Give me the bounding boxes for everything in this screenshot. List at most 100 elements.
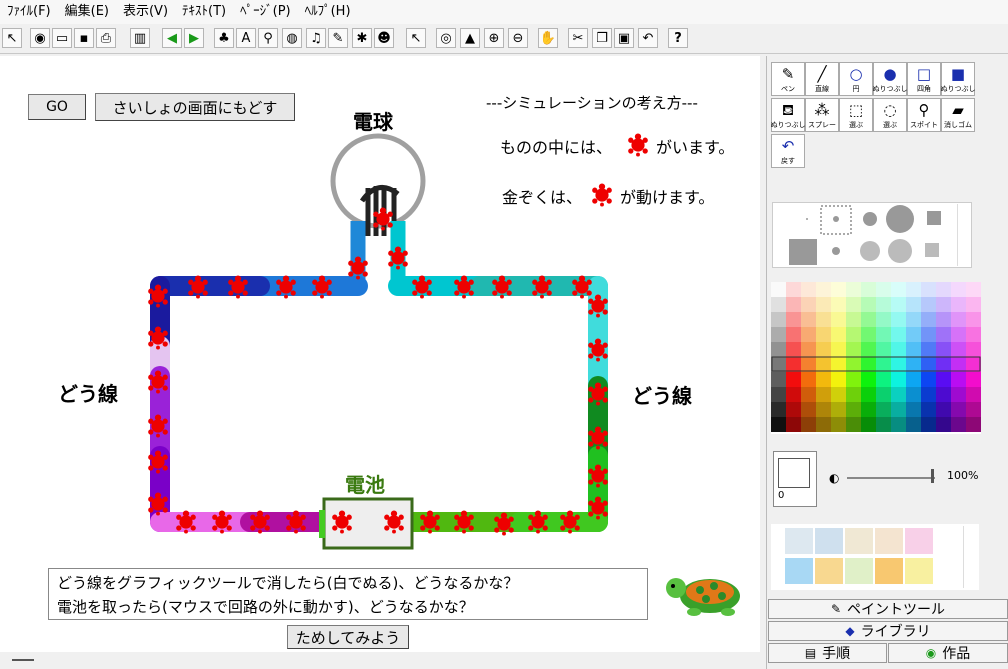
palette-color[interactable] bbox=[876, 372, 891, 387]
palette-color[interactable] bbox=[966, 312, 981, 327]
palette-color[interactable] bbox=[966, 402, 981, 417]
palette-color[interactable] bbox=[786, 282, 801, 297]
palette-color[interactable] bbox=[786, 297, 801, 312]
palette-color[interactable] bbox=[891, 342, 906, 357]
palette-color[interactable] bbox=[921, 297, 936, 312]
save-icon[interactable]: ▪ bbox=[74, 28, 94, 48]
palette-color[interactable] bbox=[846, 282, 861, 297]
palette-color[interactable] bbox=[831, 402, 846, 417]
back-arrow-icon[interactable]: ◀ bbox=[162, 28, 182, 48]
eye-icon[interactable]: ◎ bbox=[436, 28, 456, 48]
undo-icon[interactable]: ↶ bbox=[638, 28, 658, 48]
opacity-slider[interactable] bbox=[847, 477, 935, 479]
palette-color[interactable] bbox=[936, 417, 951, 432]
palette-color[interactable] bbox=[906, 357, 921, 372]
palette-color[interactable] bbox=[816, 417, 831, 432]
palette-color[interactable] bbox=[846, 357, 861, 372]
palette-color[interactable] bbox=[846, 402, 861, 417]
zoom-out-icon[interactable]: ⊖ bbox=[508, 28, 528, 48]
palette-color[interactable] bbox=[936, 282, 951, 297]
palette-color[interactable] bbox=[861, 387, 876, 402]
palette-color[interactable] bbox=[906, 402, 921, 417]
pencil-icon[interactable]: ✎ bbox=[328, 28, 348, 48]
palette-color[interactable] bbox=[966, 357, 981, 372]
palette-color[interactable] bbox=[906, 417, 921, 432]
palette-color[interactable] bbox=[921, 312, 936, 327]
pointer-icon[interactable]: ↖ bbox=[406, 28, 426, 48]
tab-steps[interactable]: ▤ 手順 bbox=[768, 643, 887, 663]
palette-color[interactable] bbox=[951, 282, 966, 297]
palette-color[interactable] bbox=[966, 342, 981, 357]
palette-color[interactable] bbox=[816, 372, 831, 387]
stop-hand-icon[interactable]: ✋ bbox=[538, 28, 558, 48]
print-icon[interactable]: ⎙ bbox=[96, 28, 116, 48]
spray-tool[interactable]: ⁂ スプレー bbox=[805, 98, 839, 132]
palette-color[interactable] bbox=[831, 417, 846, 432]
palette-color[interactable] bbox=[891, 357, 906, 372]
palette-color[interactable] bbox=[876, 312, 891, 327]
palette-color[interactable] bbox=[771, 327, 786, 342]
palette-color[interactable] bbox=[966, 327, 981, 342]
palette-color[interactable] bbox=[936, 297, 951, 312]
palette-color[interactable] bbox=[786, 372, 801, 387]
palette-color[interactable] bbox=[801, 297, 816, 312]
palette-color[interactable] bbox=[876, 327, 891, 342]
palette-color[interactable] bbox=[951, 342, 966, 357]
palette-color[interactable] bbox=[831, 282, 846, 297]
opacity-slider-thumb[interactable] bbox=[931, 469, 934, 483]
current-color-swatch[interactable]: 0 bbox=[773, 451, 817, 507]
palette-color[interactable] bbox=[816, 357, 831, 372]
palette-color[interactable] bbox=[966, 372, 981, 387]
palette-color[interactable] bbox=[861, 312, 876, 327]
undo-tool[interactable]: ↶ 戻す bbox=[771, 134, 805, 168]
eraser-icon[interactable]: ◍ bbox=[282, 28, 302, 48]
palette-color[interactable] bbox=[801, 417, 816, 432]
palette-color[interactable] bbox=[876, 357, 891, 372]
palette-color[interactable] bbox=[861, 417, 876, 432]
menu-view[interactable]: 表示(V) bbox=[116, 0, 175, 24]
palette-color[interactable] bbox=[951, 312, 966, 327]
rect-select-tool[interactable]: ⬚ 選ぶ bbox=[839, 98, 873, 132]
palette-color[interactable] bbox=[936, 342, 951, 357]
palette-color[interactable] bbox=[786, 312, 801, 327]
movie-icon[interactable]: ✱ bbox=[352, 28, 372, 48]
palette-color[interactable] bbox=[906, 387, 921, 402]
palette-color[interactable] bbox=[936, 402, 951, 417]
palette-color[interactable] bbox=[921, 402, 936, 417]
spray-icon[interactable]: ⚲ bbox=[258, 28, 278, 48]
line-tool[interactable]: ╱ 直線 bbox=[805, 62, 839, 96]
texture-palette[interactable] bbox=[771, 524, 979, 590]
palette-color[interactable] bbox=[936, 312, 951, 327]
restart-button[interactable]: さいしょの画面にもどす bbox=[95, 93, 295, 121]
palette-color[interactable] bbox=[831, 372, 846, 387]
palette-color[interactable] bbox=[861, 342, 876, 357]
palette-color[interactable] bbox=[891, 402, 906, 417]
palette-color[interactable] bbox=[876, 297, 891, 312]
palette-color[interactable] bbox=[891, 297, 906, 312]
palette-color[interactable] bbox=[831, 387, 846, 402]
palette-color[interactable] bbox=[801, 372, 816, 387]
palette-color[interactable] bbox=[846, 417, 861, 432]
lasso-select-tool[interactable]: ◌ 選ぶ bbox=[873, 98, 907, 132]
palette-color[interactable] bbox=[966, 387, 981, 402]
palette-color[interactable] bbox=[966, 417, 981, 432]
palette-color[interactable] bbox=[906, 282, 921, 297]
palette-color[interactable] bbox=[801, 402, 816, 417]
palette-color[interactable] bbox=[906, 297, 921, 312]
brush-size-picker[interactable] bbox=[772, 202, 972, 268]
eyedropper-tool[interactable]: ⚲ スポイト bbox=[907, 98, 941, 132]
palette-color[interactable] bbox=[861, 327, 876, 342]
palette-color[interactable] bbox=[891, 312, 906, 327]
turtle-mascot-icon[interactable] bbox=[666, 578, 740, 616]
palette-color[interactable] bbox=[891, 417, 906, 432]
palette-color[interactable] bbox=[831, 342, 846, 357]
palette-color[interactable] bbox=[801, 282, 816, 297]
brush-scrollbar[interactable] bbox=[957, 204, 967, 266]
music-icon[interactable]: ♫ bbox=[306, 28, 326, 48]
palette-color[interactable] bbox=[861, 357, 876, 372]
robot-icon[interactable]: ☻ bbox=[374, 28, 394, 48]
circle-tool[interactable]: ○ 円 bbox=[839, 62, 873, 96]
palette-color[interactable] bbox=[831, 357, 846, 372]
palette-color[interactable] bbox=[831, 327, 846, 342]
copy-icon[interactable]: ❐ bbox=[592, 28, 612, 48]
